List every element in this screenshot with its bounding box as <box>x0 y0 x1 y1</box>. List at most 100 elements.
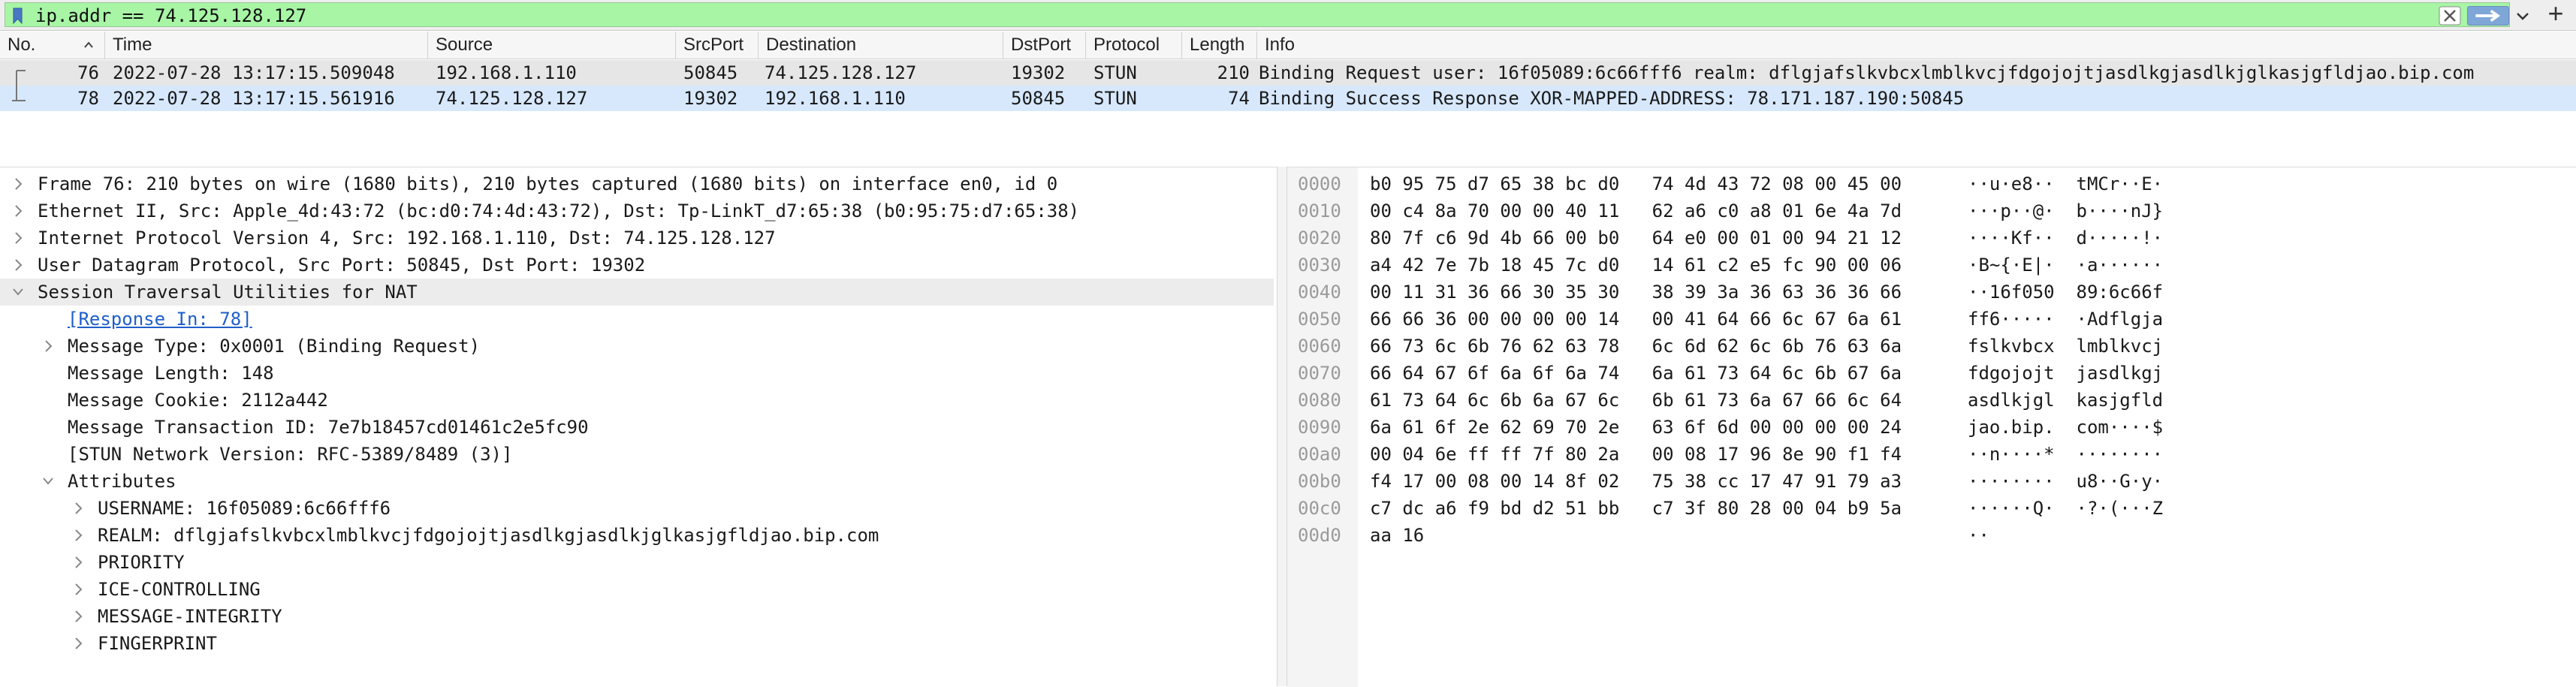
hex-dump-row[interactable]: 0000 b0 95 75 d7 65 38 bc d0 74 4d 43 72 … <box>1287 170 2576 197</box>
ascii-bytes[interactable]: ········ u8··G·y· <box>1968 468 2163 495</box>
detail-tree-item[interactable]: ICE-CONTROLLING <box>0 576 1274 603</box>
hex-dump-row[interactable]: 0040 00 11 31 36 66 30 35 30 38 39 3a 36 … <box>1287 279 2576 306</box>
packet-source: 74.125.128.127 <box>436 88 588 109</box>
display-filter-text[interactable]: ip.addr == 74.125.128.127 <box>35 5 306 27</box>
ascii-bytes[interactable]: fslkvbcx lmblkvcj <box>1968 333 2163 360</box>
ascii-bytes[interactable]: ··u·e8·· tMCr··E· <box>1968 170 2163 197</box>
detail-text: ICE-CONTROLLING <box>98 579 261 600</box>
column-header-protocol[interactable]: Protocol <box>1086 32 1182 59</box>
detail-tree-item[interactable]: Internet Protocol Version 4, Src: 192.16… <box>0 224 1274 252</box>
hex-bytes[interactable]: f4 17 00 08 00 14 8f 02 75 38 cc 17 47 9… <box>1370 468 1902 495</box>
column-header-info[interactable]: Info <box>1257 32 2576 59</box>
packet-length: 210 <box>1217 62 1250 83</box>
ascii-bytes[interactable]: ··n····* ········ <box>1968 441 2163 468</box>
hex-dump-row[interactable]: 0080 61 73 64 6c 6b 6a 67 6c 6b 61 73 6a … <box>1287 387 2576 414</box>
hex-dump-row[interactable]: 00c0 c7 dc a6 f9 bd d2 51 bb c7 3f 80 28 … <box>1287 495 2576 522</box>
collapsed-chevron-icon[interactable] <box>69 522 87 549</box>
hex-bytes[interactable]: c7 dc a6 f9 bd d2 51 bb c7 3f 80 28 00 0… <box>1370 495 1902 522</box>
hex-dump-row[interactable]: 00d0 aa 16 ·· <box>1287 522 2576 549</box>
detail-tree-item[interactable]: Message Cookie: 2112a442 <box>0 387 1274 414</box>
hex-bytes[interactable]: 66 66 36 00 00 00 00 14 00 41 64 66 6c 6… <box>1370 306 1902 333</box>
ascii-bytes[interactable]: jao.bip. com····$ <box>1968 414 2163 441</box>
detail-tree-item[interactable]: Message Transaction ID: 7e7b18457cd01461… <box>0 414 1274 441</box>
hex-bytes[interactable]: aa 16 <box>1370 522 1424 549</box>
hex-bytes[interactable]: 80 7f c6 9d 4b 66 00 b0 64 e0 00 01 00 9… <box>1370 224 1902 252</box>
ascii-bytes[interactable]: ···p··@· b····nJ} <box>1968 197 2163 224</box>
column-header-source[interactable]: Source <box>428 32 676 59</box>
response-connector-icon <box>12 86 26 101</box>
collapsed-chevron-icon[interactable] <box>9 224 27 252</box>
hex-bytes[interactable]: 00 04 6e ff ff 7f 80 2a 00 08 17 96 8e 9… <box>1370 441 1902 468</box>
hex-bytes[interactable]: b0 95 75 d7 65 38 bc d0 74 4d 43 72 08 0… <box>1370 170 1902 197</box>
response-in-link[interactable]: [Response In: 78] <box>68 306 252 333</box>
hex-dump-row[interactable]: 00b0 f4 17 00 08 00 14 8f 02 75 38 cc 17 … <box>1287 468 2576 495</box>
collapsed-chevron-icon[interactable] <box>69 576 87 603</box>
hex-bytes[interactable]: a4 42 7e 7b 18 45 7c d0 14 61 c2 e5 fc 9… <box>1370 252 1902 279</box>
hex-bytes[interactable]: 6a 61 6f 2e 62 69 70 2e 63 6f 6d 00 00 0… <box>1370 414 1902 441</box>
detail-tree-item[interactable]: FINGERPRINT <box>0 630 1274 657</box>
chevron-down-icon[interactable] <box>2514 8 2532 24</box>
hex-dump-row[interactable]: 0010 00 c4 8a 70 00 00 40 11 62 a6 c0 a8 … <box>1287 197 2576 224</box>
collapsed-chevron-icon[interactable] <box>9 252 27 279</box>
clear-x-icon[interactable] <box>2439 6 2461 26</box>
packet-row[interactable]: 78 2022-07-28 13:17:15.561916 74.125.128… <box>0 86 2576 111</box>
ascii-bytes[interactable]: ······Q· ·?·(···Z <box>1968 495 2163 522</box>
column-header-srcport[interactable]: SrcPort <box>676 32 759 59</box>
ascii-bytes[interactable]: ··16f050 89:6c66f <box>1968 279 2163 306</box>
column-header-time[interactable]: Time <box>105 32 428 59</box>
ascii-bytes[interactable]: ····Kf·· d·····!· <box>1968 224 2163 252</box>
column-header-destination[interactable]: Destination <box>759 32 1003 59</box>
detail-tree-item[interactable]: User Datagram Protocol, Src Port: 50845,… <box>0 252 1274 279</box>
collapsed-chevron-icon[interactable] <box>69 549 87 576</box>
detail-tree-item[interactable]: Ethernet II, Src: Apple_4d:43:72 (bc:d0:… <box>0 197 1274 224</box>
ascii-bytes[interactable]: fdgojojt jasdlkgj <box>1968 360 2163 387</box>
hex-dump-row[interactable]: 0070 66 64 67 6f 6a 6f 6a 74 6a 61 73 64 … <box>1287 360 2576 387</box>
bookmark-icon[interactable] <box>13 8 23 24</box>
hex-bytes[interactable]: 00 c4 8a 70 00 00 40 11 62 a6 c0 a8 01 6… <box>1370 197 1902 224</box>
ascii-bytes[interactable]: asdlkjgl kasjgfld <box>1968 387 2163 414</box>
detail-text: USERNAME: 16f05089:6c66fff6 <box>98 498 391 519</box>
hex-dump-row[interactable]: 0020 80 7f c6 9d 4b 66 00 b0 64 e0 00 01 … <box>1287 224 2576 252</box>
hex-offset: 00a0 <box>1298 444 1341 465</box>
expanded-chevron-icon[interactable] <box>39 468 57 495</box>
detail-tree-item[interactable]: [Response In: 78] <box>0 306 1274 333</box>
column-header-length[interactable]: Length <box>1182 32 1257 59</box>
collapsed-chevron-icon[interactable] <box>9 197 27 224</box>
hex-bytes[interactable]: 66 73 6c 6b 76 62 63 78 6c 6d 62 6c 6b 7… <box>1370 333 1902 360</box>
collapsed-chevron-icon[interactable] <box>69 603 87 630</box>
detail-tree-item[interactable]: Frame 76: 210 bytes on wire (1680 bits),… <box>0 170 1274 197</box>
collapsed-chevron-icon[interactable] <box>69 630 87 657</box>
hex-dump-row[interactable]: 0060 66 73 6c 6b 76 62 63 78 6c 6d 62 6c … <box>1287 333 2576 360</box>
hex-bytes[interactable]: 00 11 31 36 66 30 35 30 38 39 3a 36 63 3… <box>1370 279 1902 306</box>
collapsed-chevron-icon[interactable] <box>9 170 27 197</box>
ascii-bytes[interactable]: ·B~{·E|· ·a······ <box>1968 252 2163 279</box>
detail-text: Session Traversal Utilities for NAT <box>38 282 418 303</box>
hex-dump-row[interactable]: 0090 6a 61 6f 2e 62 69 70 2e 63 6f 6d 00 … <box>1287 414 2576 441</box>
detail-tree-item[interactable]: Message Type: 0x0001 (Binding Request) <box>0 333 1274 360</box>
ascii-bytes[interactable]: ·· <box>1968 522 1989 549</box>
hex-bytes[interactable]: 61 73 64 6c 6b 6a 67 6c 6b 61 73 6a 67 6… <box>1370 387 1902 414</box>
hex-bytes[interactable]: 66 64 67 6f 6a 6f 6a 74 6a 61 73 64 6c 6… <box>1370 360 1902 387</box>
ascii-bytes[interactable]: ff6····· ·Adflgja <box>1968 306 2163 333</box>
detail-tree-item[interactable]: Message Length: 148 <box>0 360 1274 387</box>
pane-splitter[interactable] <box>1277 167 1287 686</box>
collapsed-chevron-icon[interactable] <box>39 333 57 360</box>
detail-tree-item[interactable]: [STUN Network Version: RFC-5389/8489 (3)… <box>0 441 1274 468</box>
collapsed-chevron-icon[interactable] <box>69 495 87 522</box>
packet-row[interactable]: 76 2022-07-28 13:17:15.509048 192.168.1.… <box>0 60 2576 86</box>
detail-tree-item[interactable]: Attributes <box>0 468 1274 495</box>
detail-tree-item[interactable]: Session Traversal Utilities for NAT <box>0 279 1274 306</box>
hex-dump-row[interactable]: 0030 a4 42 7e 7b 18 45 7c d0 14 61 c2 e5 … <box>1287 252 2576 279</box>
detail-tree-item[interactable]: REALM: dflgjafslkvbcxlmblkvcjfdgojojtjas… <box>0 522 1274 549</box>
display-filter-input[interactable]: ip.addr == 74.125.128.127 <box>5 2 2529 27</box>
detail-tree-item[interactable]: MESSAGE-INTEGRITY <box>0 603 1274 630</box>
detail-tree-item[interactable]: PRIORITY <box>0 549 1274 576</box>
detail-tree-item[interactable]: USERNAME: 16f05089:6c66fff6 <box>0 495 1274 522</box>
apply-filter-button[interactable] <box>2467 6 2509 26</box>
hex-dump-row[interactable]: 0050 66 66 36 00 00 00 00 14 00 41 64 66 … <box>1287 306 2576 333</box>
add-filter-button[interactable]: + <box>2542 0 2569 27</box>
hex-dump-row[interactable]: 00a0 00 04 6e ff ff 7f 80 2a 00 08 17 96 … <box>1287 441 2576 468</box>
expanded-chevron-icon[interactable] <box>9 279 27 306</box>
column-header-dstport[interactable]: DstPort <box>1003 32 1086 59</box>
packet-dstport: 50845 <box>1011 88 1066 109</box>
